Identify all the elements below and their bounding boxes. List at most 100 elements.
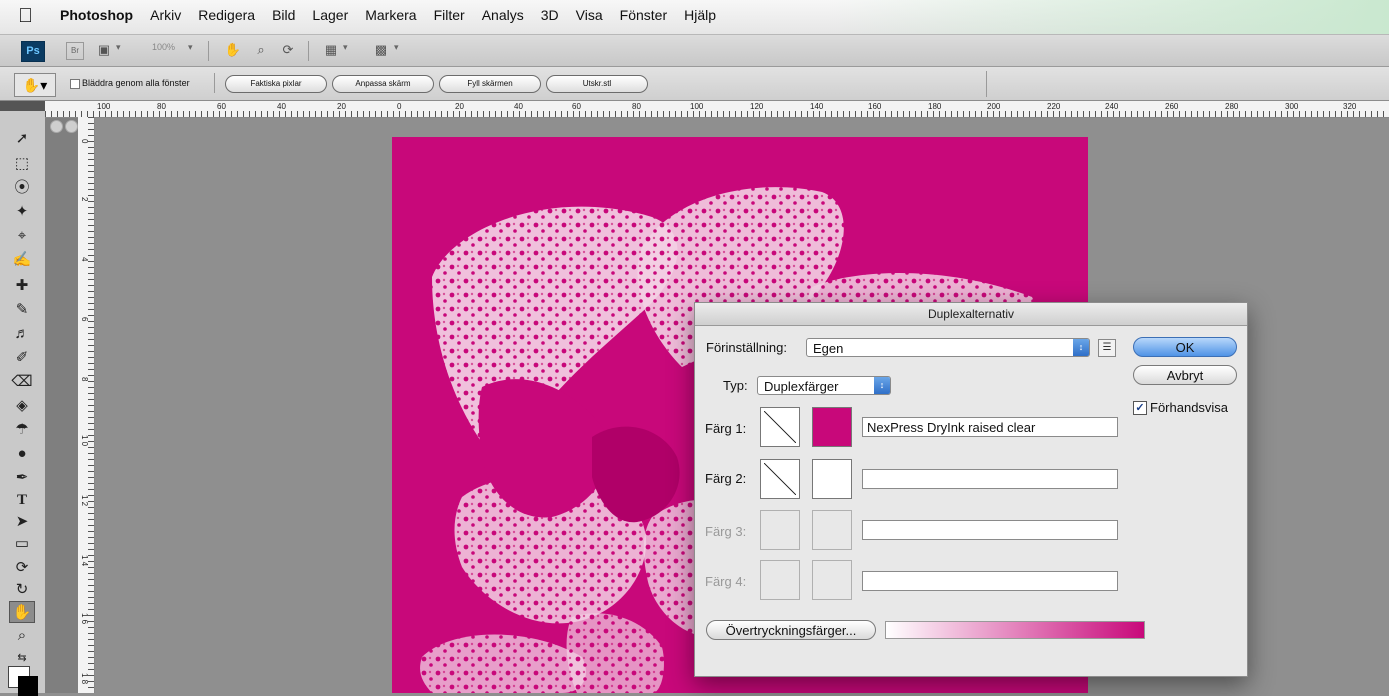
arrange-documents-icon[interactable]: ▦ xyxy=(322,42,340,60)
ink-1-label: Färg 1: xyxy=(705,421,747,436)
zoom-tool-icon[interactable]: ⌕ xyxy=(252,42,270,60)
ruler-label: 80 xyxy=(157,102,166,111)
type-value: Duplexfärger xyxy=(764,379,839,394)
preset-select[interactable]: Egen ↕ xyxy=(806,338,1090,357)
select-arrows-icon: ↕ xyxy=(874,377,890,394)
dialog-title[interactable]: Duplexalternativ xyxy=(695,303,1247,326)
options-divider xyxy=(214,73,215,93)
scroll-all-windows-label: Bläddra genom alla fönster xyxy=(82,78,190,88)
menu-list: Photoshop Arkiv Redigera Bild Lager Mark… xyxy=(60,7,733,23)
menu-hjalp[interactable]: Hjälp xyxy=(684,7,716,23)
ink-2-curve-button[interactable] xyxy=(760,459,800,499)
menu-fonster[interactable]: Fönster xyxy=(620,7,667,23)
type-tool-icon[interactable]: T xyxy=(9,489,35,511)
menu-3d[interactable]: 3D xyxy=(541,7,559,23)
print-size-button[interactable]: Utskr.stl xyxy=(546,75,648,93)
actual-pixels-button[interactable]: Faktiska pixlar xyxy=(225,75,327,93)
ink-1-color-swatch[interactable] xyxy=(812,407,852,447)
menu-bild[interactable]: Bild xyxy=(272,7,295,23)
menu-lager[interactable]: Lager xyxy=(312,7,348,23)
healing-brush-tool-icon[interactable]: ✚ xyxy=(9,275,35,297)
apple-menu-icon[interactable]:  xyxy=(18,5,40,27)
duplex-options-dialog: Duplexalternativ Förinställning: Egen ↕ … xyxy=(694,302,1248,677)
fill-screen-button[interactable]: Fyll skärmen xyxy=(439,75,541,93)
scroll-all-windows-option[interactable]: Bläddra genom alla fönster xyxy=(70,78,190,89)
menu-app-name[interactable]: Photoshop xyxy=(60,7,133,23)
vertical-ruler[interactable]: 0 2 4 6 8 1 0 1 2 1 4 1 6 1 8 xyxy=(78,117,95,693)
window-minimize-icon[interactable] xyxy=(65,120,78,133)
crop-tool-icon[interactable]: ⌖ xyxy=(9,225,35,247)
hand-tool-icon[interactable]: ✋ xyxy=(224,42,242,60)
toolbar-divider xyxy=(308,41,309,61)
preview-checkbox[interactable]: ✓ xyxy=(1133,401,1147,415)
3d-orbit-tool-icon[interactable]: ↻ xyxy=(9,579,35,601)
dodge-tool-icon[interactable]: ● xyxy=(9,443,35,465)
clone-stamp-tool-icon[interactable]: ♬ xyxy=(9,323,35,345)
preset-options-icon[interactable]: ☰ xyxy=(1098,339,1116,357)
mini-bridge-icon[interactable]: ▣ xyxy=(95,42,113,60)
ink-1-curve-button[interactable] xyxy=(760,407,800,447)
options-divider xyxy=(986,71,987,97)
ruler-label: 40 xyxy=(514,102,523,111)
path-selection-tool-icon[interactable]: ➤ xyxy=(9,511,35,533)
tool-preset-hand-icon[interactable]: ✋▾ xyxy=(14,73,56,97)
overprint-colors-button[interactable]: Övertryckningsfärger... xyxy=(706,620,876,640)
type-select[interactable]: Duplexfärger ↕ xyxy=(757,376,891,395)
ruler-label: 0 xyxy=(397,102,402,111)
screen-mode-dropdown-arrow-icon[interactable]: ▾ xyxy=(394,42,399,60)
preview-label: Förhandsvisa xyxy=(1150,400,1229,415)
hand-tool-icon[interactable]: ✋ xyxy=(9,601,35,623)
history-brush-tool-icon[interactable]: ✐ xyxy=(9,347,35,369)
menu-markera[interactable]: Markera xyxy=(365,7,416,23)
menu-analys[interactable]: Analys xyxy=(482,7,524,23)
ruler-ticks xyxy=(88,117,94,693)
3d-rotate-tool-icon[interactable]: ⟳ xyxy=(9,557,35,579)
zoom-tool-icon[interactable]: ⌕ xyxy=(9,625,35,647)
blur-tool-icon[interactable]: ☂ xyxy=(9,419,35,441)
arrange-dropdown-arrow-icon[interactable]: ▾ xyxy=(343,42,348,60)
zoom-level[interactable]: 100% xyxy=(152,42,175,60)
type-label: Typ: xyxy=(723,378,748,393)
scroll-all-windows-checkbox[interactable] xyxy=(70,78,80,89)
zoom-dropdown-arrow-icon[interactable]: ▾ xyxy=(188,42,193,60)
ruler-label: 100 xyxy=(690,102,704,111)
ink-3-curve-button xyxy=(760,510,800,550)
ink-3-label: Färg 3: xyxy=(705,524,747,539)
brush-tool-icon[interactable]: ✎ xyxy=(9,299,35,321)
horizontal-ruler[interactable]: 100 80 60 40 20 0 20 40 60 80 100 120 14… xyxy=(45,101,1389,118)
ink-2-name-field[interactable] xyxy=(862,469,1118,489)
bridge-button[interactable]: Br xyxy=(66,42,84,60)
ruler-label: 220 xyxy=(1047,102,1061,111)
ruler-label: 260 xyxy=(1165,102,1179,111)
menu-arkiv[interactable]: Arkiv xyxy=(150,7,181,23)
lasso-tool-icon[interactable]: ⦿ xyxy=(9,177,35,199)
application-bar: Ps Br ▣ ▾ 100% ▾ ✋ ⌕ ⟳ ▦ ▾ ▩ ▾ xyxy=(0,35,1389,67)
marquee-tool-icon[interactable]: ⬚ xyxy=(9,153,35,175)
ink-2-color-swatch[interactable] xyxy=(812,459,852,499)
ruler-label: 20 xyxy=(455,102,464,111)
rotate-view-icon[interactable]: ⟳ xyxy=(279,42,297,60)
shape-tool-icon[interactable]: ▭ xyxy=(9,533,35,555)
ruler-label: 20 xyxy=(337,102,346,111)
toolbox-header[interactable] xyxy=(0,101,45,111)
ruler-label: 240 xyxy=(1105,102,1119,111)
window-close-icon[interactable] xyxy=(50,120,63,133)
eraser-tool-icon[interactable]: ⌫ xyxy=(9,371,35,393)
pen-tool-icon[interactable]: ✒ xyxy=(9,467,35,489)
menu-redigera[interactable]: Redigera xyxy=(198,7,255,23)
ruler-label: 80 xyxy=(632,102,641,111)
magic-wand-tool-icon[interactable]: ✦ xyxy=(9,201,35,223)
ink-2-label: Färg 2: xyxy=(705,471,747,486)
fit-screen-button[interactable]: Anpassa skärm xyxy=(332,75,434,93)
menu-visa[interactable]: Visa xyxy=(576,7,603,23)
paint-bucket-tool-icon[interactable]: ◈ xyxy=(9,395,35,417)
cancel-button[interactable]: Avbryt xyxy=(1133,365,1237,385)
background-color-swatch[interactable] xyxy=(18,676,38,696)
eyedropper-tool-icon[interactable]: ✍ xyxy=(9,249,35,271)
menu-filter[interactable]: Filter xyxy=(434,7,465,23)
move-tool-icon[interactable]: ➚ xyxy=(9,128,35,150)
ok-button[interactable]: OK xyxy=(1133,337,1237,357)
dropdown-arrow-icon[interactable]: ▾ xyxy=(116,42,121,60)
ink-1-name-field[interactable]: NexPress DryInk raised clear xyxy=(862,417,1118,437)
screen-mode-icon[interactable]: ▩ xyxy=(372,42,390,60)
